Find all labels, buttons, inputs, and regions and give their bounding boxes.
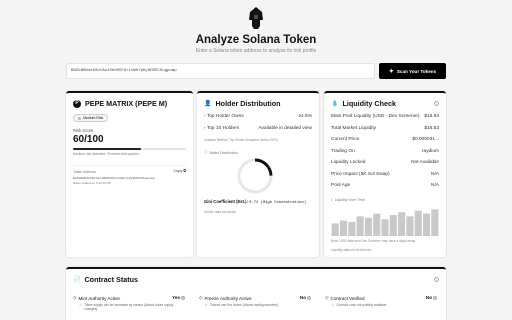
liquidity-row-label: Liquidity Locked xyxy=(331,160,366,165)
liquidity-row-label: Current Price xyxy=(331,137,360,142)
liquidity-row-label: Trading On xyxy=(331,148,355,154)
liquidity-bar xyxy=(348,222,356,236)
holder-donut-chart xyxy=(237,158,273,194)
liquidity-bar xyxy=(364,217,372,236)
liquidity-row: Liquidity Locked Not Available xyxy=(331,160,439,165)
liquidity-note: Note: USD data from Dex Screener may hav… xyxy=(331,239,416,243)
liquidity-row-value: $16.83 xyxy=(424,114,439,119)
freeze-authority-item: ◇ Freeze Authority Active No? ✓ Tokens can… xyxy=(199,295,311,307)
liquidity-row-value: $16.83 xyxy=(424,125,439,131)
pharaoh-logo-icon xyxy=(249,7,263,29)
liquidity-row: Main Pool Liquidity (USD - Dex Screener)… xyxy=(331,114,439,119)
risk-note: Medium risk detected. Proceed with cauti… xyxy=(73,152,140,156)
scan-button[interactable]: ✦ Scan Your Tokens xyxy=(379,63,446,79)
liquidity-row: Trading On raydium xyxy=(331,149,439,154)
liquidity-bar-chart xyxy=(331,209,439,236)
liquidity-bar xyxy=(339,220,348,236)
holder-card-title: Holder Distribution xyxy=(215,99,281,108)
liquidity-row-value: N/A xyxy=(431,183,439,188)
contract-card-title: Contract Status xyxy=(84,275,138,284)
liquidity-bar xyxy=(431,209,439,236)
liquidity-row: Price Impact (5K Sol Swap) N/A xyxy=(331,172,439,177)
page-title: Analyze Solana Token xyxy=(195,34,317,46)
liquidity-card-title: Liquidity Check xyxy=(342,99,396,108)
copy-icon: ⧉ xyxy=(183,169,186,173)
gini-coefficient: Gini Coefficient (Est.): 0.72 (High Conc… xyxy=(204,199,307,205)
risk-score: 60/100 xyxy=(73,134,104,145)
contract-status-card: 📄 Contract Status i ◇ Mint Authority Acti… xyxy=(66,267,446,320)
liquidity-row-value: $0.000031... xyxy=(412,137,439,142)
warning-icon: ⚠ xyxy=(331,303,335,307)
chart-icon: ⌇ xyxy=(331,198,333,202)
droplet-icon: 💧 xyxy=(331,100,339,107)
pharaoh-token-icon: P xyxy=(73,99,81,108)
shield-icon: ◇ xyxy=(325,295,329,300)
help-icon[interactable]: ? xyxy=(433,295,437,300)
liquidity-row-label: Price Impact (5K Sol Swap) xyxy=(331,171,390,177)
liquidity-bar xyxy=(373,213,381,236)
liquidity-bar xyxy=(356,216,364,236)
copy-button[interactable]: Copy ⧉ xyxy=(173,169,186,173)
risk-progress-bar xyxy=(73,148,186,150)
liquidity-bar xyxy=(331,223,339,236)
info-icon[interactable]: i xyxy=(434,101,439,106)
liquidity-row: Current Price $0.000031... xyxy=(331,137,439,142)
shield-icon: ◇ xyxy=(73,295,77,300)
top-holder-row[interactable]: › Top Holder Owns 24.5% xyxy=(204,114,312,119)
analysis-method: Analysis Method: Top Holder Snapshot (He… xyxy=(204,138,279,142)
shield-icon: ◇ xyxy=(199,295,203,300)
liquidity-row-label: Main Pool Liquidity (USD - Dex Screener) xyxy=(331,114,420,119)
liquidity-row-label: Total Market Liquidity xyxy=(331,125,377,131)
scan-icon: ✦ xyxy=(388,68,394,75)
divider xyxy=(73,165,186,166)
liquidity-row-label: Pool Age xyxy=(331,183,351,188)
liquidity-bar xyxy=(381,219,389,236)
holder-distribution-card: 👤 Holder Distribution › Top Holder Owns … xyxy=(197,91,319,257)
top10-holders-row[interactable]: › Top 10 Holders Available in detailed v… xyxy=(204,126,312,131)
info-icon: ⓘ xyxy=(204,150,208,154)
info-icon[interactable]: i xyxy=(434,277,439,282)
liquidity-bar xyxy=(414,210,422,236)
users-icon: 👤 xyxy=(204,100,212,107)
scan-button-label: Scan Your Tokens xyxy=(396,68,437,74)
created-date: Data created on 3.12 10:48 xyxy=(73,181,111,185)
mint-authority-item: ◇ Mint Authority Active Yes? ⚠ Token suppl… xyxy=(73,295,185,311)
token-name: PEPE MATRIX (PEPE M) xyxy=(85,99,168,108)
liquidity-row: Total Market Liquidity $16.83 xyxy=(331,126,439,131)
contract-verified-item: ◇ Contract Verified No? ⚠ Contract code no… xyxy=(325,295,437,307)
holder-data-note: Holder data via Apollo xyxy=(204,210,237,214)
liquidity-row-value: Not Available xyxy=(411,160,439,165)
token-card: P PEPE MATRIX (PEPE M) Medium Risk Risk … xyxy=(66,91,193,257)
liquidity-card: 💧 Liquidity Check i Main Pool Liquidity … xyxy=(324,91,446,257)
token-address-label: Token Address xyxy=(73,170,96,174)
liquidity-bar xyxy=(406,216,414,236)
page-subtitle: Enter a Solana token address to analyze … xyxy=(195,48,317,54)
help-icon[interactable]: ? xyxy=(181,295,185,300)
token-address-input[interactable]: B8ZkNHN4k5SoYAeJ3bHS5FGrLUWhYpKy9DDSC5ug… xyxy=(66,63,375,79)
liquidity-chart-label: ⌇ Liquidity Over Time xyxy=(331,198,365,202)
document-icon: 📄 xyxy=(73,276,81,283)
liquidity-row: Pool Age N/A xyxy=(331,183,439,188)
liquidity-bar xyxy=(422,213,431,236)
liquidity-source-note: Liquidity data via DexScreen xyxy=(331,248,372,252)
liquidity-row-value: N/A xyxy=(431,171,439,177)
check-icon: ✓ xyxy=(205,303,209,307)
help-icon[interactable]: ? xyxy=(307,295,311,300)
token-address-value: B8ZkNHN4k5SoYAeJ3bHS5FGrLUWhYpKy9DDSC5ug… xyxy=(73,176,155,180)
liquidity-row-value: raydium xyxy=(421,148,439,154)
liquidity-bar xyxy=(398,212,406,236)
liquidity-bar xyxy=(389,215,397,236)
risk-score-label: Risk Score xyxy=(73,128,94,133)
risk-badge: Medium Risk xyxy=(73,114,109,122)
wallet-distribution-label: ⓘ Wallet Distribution xyxy=(204,150,238,155)
warning-icon: ⚠ xyxy=(79,303,83,307)
risk-progress-fill xyxy=(73,148,141,150)
risk-dot-icon xyxy=(78,116,81,120)
